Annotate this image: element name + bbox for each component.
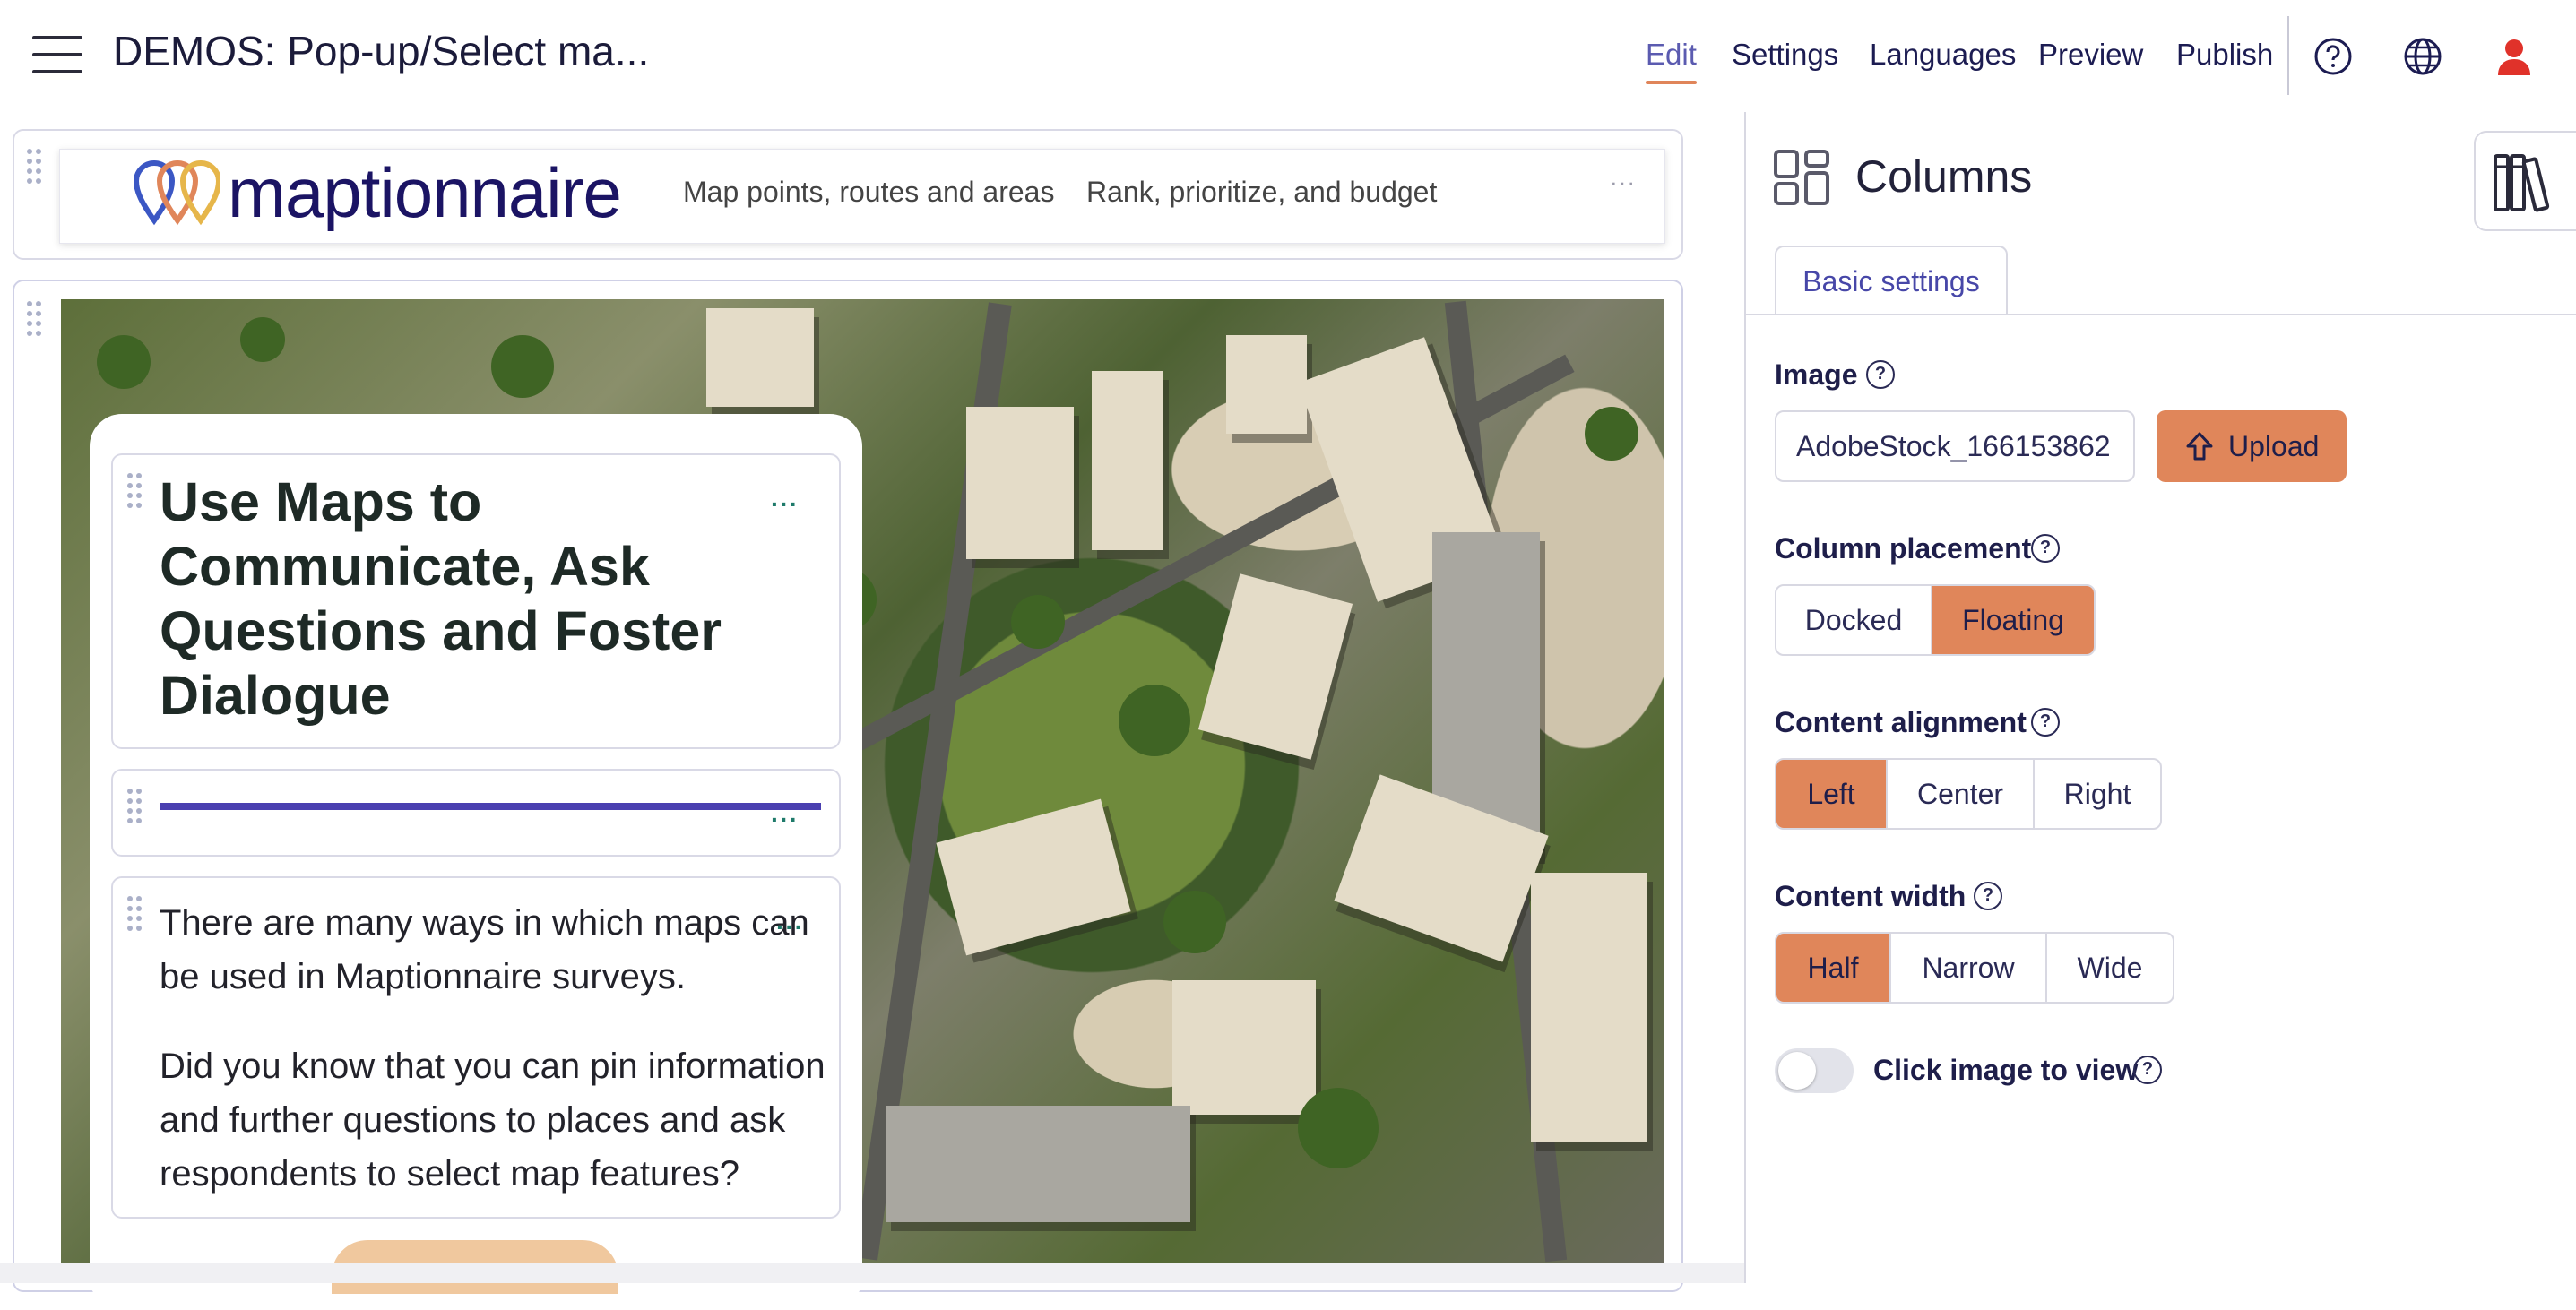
drag-handle-icon[interactable] [27, 301, 41, 336]
alignment-help-icon[interactable]: ? [2031, 708, 2060, 737]
click-image-toggle[interactable] [1775, 1048, 1854, 1093]
width-segmented-control: Half Narrow Wide [1775, 932, 2174, 1004]
nav-edit[interactable]: Edit [1646, 38, 1697, 84]
alignment-left[interactable]: Left [1776, 760, 1888, 828]
panel-title: Columns [1855, 151, 2033, 202]
header-link-map-points[interactable]: Map points, routes and areas [683, 176, 1054, 209]
nav-publish[interactable]: Publish [2176, 38, 2273, 72]
hamburger-menu-icon[interactable] [32, 36, 82, 77]
tab-underline [1744, 314, 2576, 315]
width-wide[interactable]: Wide [2047, 934, 2173, 1002]
drag-handle-icon[interactable] [127, 896, 142, 931]
width-half[interactable]: Half [1776, 934, 1891, 1002]
bottom-edge [0, 1263, 1744, 1283]
body-paragraph-2: Did you know that you can pin informatio… [160, 1047, 826, 1194]
user-icon[interactable] [2494, 36, 2535, 77]
placement-floating[interactable]: Floating [1932, 586, 2094, 654]
placement-docked[interactable]: Docked [1776, 586, 1932, 654]
columns-icon [1774, 150, 1829, 205]
placement-segmented-control: Docked Floating [1775, 584, 2096, 656]
image-filename-field[interactable]: AdobeStock_166153862 [1775, 410, 2135, 482]
library-button[interactable] [2474, 131, 2576, 231]
help-icon[interactable] [2312, 36, 2354, 77]
content-width-label: Content width [1775, 880, 1967, 912]
separator-line [160, 803, 821, 810]
alignment-segmented-control: Left Center Right [1775, 758, 2162, 830]
globe-icon[interactable] [2402, 36, 2443, 77]
more-options-icon[interactable]: ··· [776, 915, 804, 940]
placement-help-icon[interactable]: ? [2031, 534, 2060, 563]
survey-title: DEMOS: Pop-up/Select ma... [113, 28, 650, 74]
upload-button[interactable]: Upload [2157, 410, 2347, 482]
header-link-rank[interactable]: Rank, prioritize, and budget [1086, 176, 1437, 209]
nav-divider [2287, 16, 2289, 95]
separator-block[interactable] [111, 769, 841, 857]
click-image-help-icon[interactable]: ? [2133, 1056, 2162, 1084]
drag-handle-icon[interactable] [27, 149, 41, 184]
alignment-right[interactable]: Right [2035, 760, 2160, 828]
logo-wordmark: maptionnaire [228, 153, 622, 232]
nav-preview[interactable]: Preview [2038, 38, 2143, 72]
drag-handle-icon[interactable] [127, 473, 142, 508]
image-help-icon[interactable]: ? [1866, 360, 1895, 389]
books-icon [2494, 154, 2550, 212]
body-paragraph-1: There are many ways in which maps can be… [160, 903, 809, 996]
width-narrow[interactable]: Narrow [1891, 934, 2047, 1002]
click-image-label: Click image to view [1873, 1054, 2139, 1086]
upload-arrow-icon [2186, 432, 2213, 461]
top-bar: DEMOS: Pop-up/Select ma... Edit Settings… [0, 0, 2576, 112]
content-alignment-label: Content alignment [1775, 706, 2027, 738]
upload-button-label: Upload [2228, 430, 2320, 462]
tab-basic-settings[interactable]: Basic settings [1775, 246, 2008, 315]
nav-settings[interactable]: Settings [1732, 38, 1838, 72]
drag-handle-icon[interactable] [127, 789, 142, 823]
more-options-icon[interactable]: ··· [771, 807, 799, 832]
image-label: Image [1775, 358, 1858, 391]
nav-languages[interactable]: Languages [1870, 38, 2016, 72]
width-help-icon[interactable]: ? [1974, 882, 2002, 910]
more-options-icon[interactable]: ··· [1610, 170, 1636, 194]
more-options-icon[interactable]: ··· [771, 492, 799, 517]
maptionnaire-logo-icon [134, 160, 220, 226]
content-heading: Use Maps to Communicate, Ask Questions a… [160, 471, 722, 726]
column-placement-label: Column placement [1775, 532, 2032, 565]
alignment-center[interactable]: Center [1888, 760, 2035, 828]
